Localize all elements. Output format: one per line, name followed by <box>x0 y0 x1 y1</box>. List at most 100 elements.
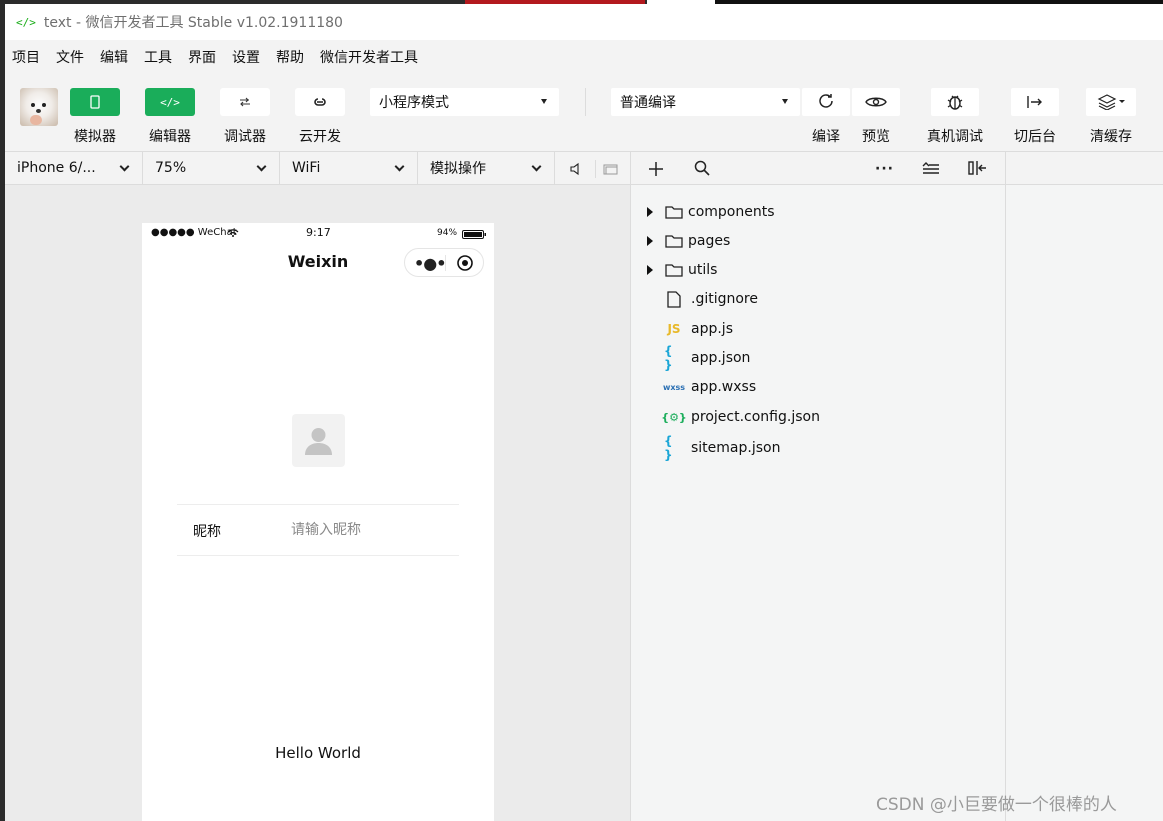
simulator-toggle-button[interactable] <box>70 88 120 116</box>
menu-item-view[interactable]: 界面 <box>188 47 216 67</box>
collapse-all-icon[interactable] <box>922 161 940 180</box>
debugger-label: 调试器 <box>224 129 266 145</box>
clear-cache-button[interactable] <box>1086 88 1136 116</box>
add-file-icon[interactable] <box>649 161 663 180</box>
tree-item-label: app.json <box>691 350 751 366</box>
json-file-icon: { } <box>664 434 673 462</box>
csdn-watermark: CSDN @小巨要做一个很棒的人 <box>876 795 1117 815</box>
menu-item-settings[interactable]: 设置 <box>232 47 260 67</box>
zoom-select[interactable]: 75% <box>143 152 280 184</box>
chevron-down-icon <box>119 161 130 172</box>
editor-toggle-button[interactable]: </> <box>145 88 195 116</box>
caret-down-icon <box>541 99 547 104</box>
avatar-hand <box>30 115 42 125</box>
more-options-icon[interactable]: ··· <box>875 161 894 177</box>
zoom-select-value: 75% <box>155 160 187 176</box>
clear-cache-label: 清缓存 <box>1090 129 1132 145</box>
network-select[interactable]: WiFi <box>280 152 418 184</box>
menu-item-help[interactable]: 帮助 <box>276 47 304 67</box>
simulator-label: 模拟器 <box>74 129 116 145</box>
switch-background-button[interactable] <box>1011 88 1059 116</box>
search-icon[interactable] <box>694 160 710 180</box>
debugger-arrows-icon <box>240 97 250 107</box>
menu-item-devtools[interactable]: 微信开发者工具 <box>320 47 418 67</box>
phone-icon <box>90 95 100 109</box>
tree-folder-pages[interactable]: pages <box>631 229 1001 253</box>
capsule-divider <box>445 255 446 271</box>
tree-item-label: app.wxss <box>691 379 757 395</box>
subbar-divider <box>630 152 631 184</box>
code-icon: </> <box>160 95 180 109</box>
capsule-menu-button[interactable]: •●• <box>404 248 484 277</box>
menu-item-file[interactable]: 文件 <box>56 47 84 67</box>
json-file-icon: { } <box>664 344 673 372</box>
window-mode-icon[interactable] <box>603 162 619 181</box>
tree-item-label: pages <box>688 233 731 249</box>
folder-icon <box>664 261 684 279</box>
tree-item-label: utils <box>688 262 718 278</box>
subbar-divider <box>1005 152 1006 184</box>
compile-mode-select[interactable]: 普通编译 <box>611 88 800 116</box>
tree-file-project-config[interactable]: {⚙} project.config.json <box>631 405 1001 429</box>
simulator-panel: ●●●●● WeChat 9:17 94% Weixin •●• 昵称 请输入昵… <box>5 185 631 821</box>
subbar-divider <box>595 160 596 178</box>
tree-folder-utils[interactable]: utils <box>631 258 1001 282</box>
user-avatar[interactable] <box>20 88 58 126</box>
config-file-icon: {⚙} <box>661 410 687 424</box>
nickname-input[interactable] <box>291 518 451 542</box>
tree-file-sitemap-json[interactable]: { } sitemap.json <box>631 434 1001 462</box>
simulate-operation-value: 模拟操作 <box>430 161 486 177</box>
editor-label: 编辑器 <box>149 129 191 145</box>
expand-arrow-icon[interactable] <box>647 236 653 246</box>
editor-panel <box>1006 185 1163 821</box>
phone-screen: ●●●●● WeChat 9:17 94% Weixin •●• 昵称 请输入昵… <box>142 223 494 821</box>
debugger-toggle-button[interactable] <box>220 88 270 116</box>
close-target-icon[interactable] <box>456 254 474 276</box>
window-title: text - 微信开发者工具 Stable v1.02.1911180 <box>43 15 343 31</box>
folder-icon <box>664 232 684 250</box>
tree-item-label: .gitignore <box>691 291 758 307</box>
avatar-eye <box>31 103 35 107</box>
mode-select[interactable]: 小程序模式 <box>370 88 559 116</box>
wifi-icon <box>227 227 239 240</box>
toolbar-divider <box>585 88 586 116</box>
tree-file-app-json[interactable]: { } app.json <box>631 344 1001 372</box>
more-dots-icon[interactable]: •●• <box>414 254 446 273</box>
battery-percent: 94% <box>437 228 458 238</box>
file-icon <box>664 290 684 308</box>
simulate-operation-select[interactable]: 模拟操作 <box>418 152 555 184</box>
preview-button[interactable] <box>852 88 900 116</box>
tree-folder-components[interactable]: components <box>631 200 1001 224</box>
hello-text: Hello World <box>275 744 361 762</box>
tree-item-label: components <box>688 204 775 220</box>
menu-item-edit[interactable]: 编辑 <box>100 47 128 67</box>
device-select-value: iPhone 6/... <box>17 160 96 176</box>
menu-item-project[interactable]: 项目 <box>12 47 40 67</box>
tree-file-app-wxss[interactable]: wxss app.wxss <box>631 375 1001 399</box>
tree-file-gitignore[interactable]: .gitignore <box>631 287 1001 311</box>
avatar-placeholder-button[interactable] <box>292 414 345 467</box>
simulator-options-bar: iPhone 6/... 75% WiFi 模拟操作 ··· <box>5 151 1163 185</box>
chevron-down-icon <box>394 161 405 172</box>
devtools-logo-icon: </> <box>16 15 36 29</box>
volume-icon[interactable] <box>570 161 580 180</box>
tree-file-app-js[interactable]: JS app.js <box>631 317 1001 341</box>
nickname-label: 昵称 <box>193 524 221 540</box>
real-device-debug-button[interactable] <box>931 88 979 116</box>
bug-icon <box>947 95 963 110</box>
compile-mode-value: 普通编译 <box>620 95 676 111</box>
menu-item-tools[interactable]: 工具 <box>144 47 172 67</box>
expand-arrow-icon[interactable] <box>647 207 653 217</box>
layers-icon <box>1097 94 1125 110</box>
avatar-eye <box>42 103 46 107</box>
avatar-nose <box>36 109 41 113</box>
expand-arrow-icon[interactable] <box>647 265 653 275</box>
user-icon <box>305 428 332 455</box>
cloud-dev-button[interactable] <box>295 88 345 116</box>
device-select[interactable]: iPhone 6/... <box>5 152 143 184</box>
panel-toggle-icon[interactable] <box>968 160 988 180</box>
devtools-window: </> text - 微信开发者工具 Stable v1.02.1911180 … <box>5 4 1163 821</box>
compile-button[interactable] <box>802 88 850 116</box>
main-toolbar: 模拟器 </> 编辑器 调试器 云开发 小程序模式 普通编译 编译 预览 真机调… <box>5 73 1163 151</box>
network-select-value: WiFi <box>292 160 321 176</box>
